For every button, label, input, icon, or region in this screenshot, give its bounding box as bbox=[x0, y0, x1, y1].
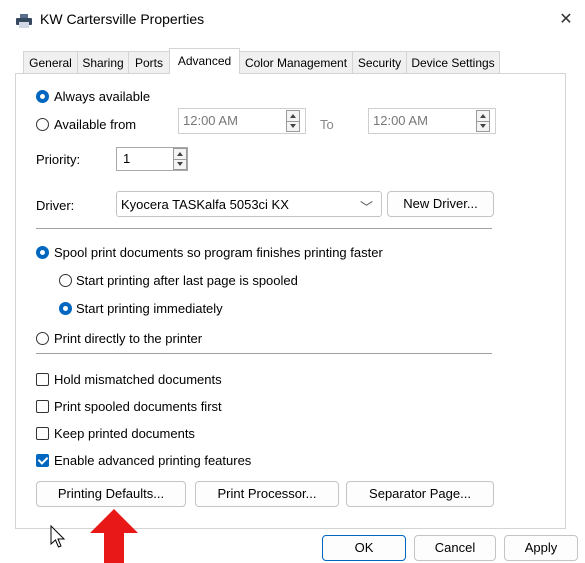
to-time-value: 12:00 AM bbox=[373, 113, 428, 128]
start-immediately-label: Start printing immediately bbox=[76, 301, 223, 316]
keep-printed-checkbox[interactable] bbox=[36, 427, 49, 440]
enable-advanced-features-label: Enable advanced printing features bbox=[54, 453, 252, 468]
ok-button[interactable]: OK bbox=[322, 535, 406, 561]
spin-up-icon[interactable] bbox=[174, 149, 186, 159]
title-bar: KW Cartersville Properties ✕ bbox=[0, 0, 585, 40]
tab-color-management[interactable]: Color Management bbox=[239, 51, 353, 74]
from-time-spinner[interactable] bbox=[286, 110, 300, 132]
print-spooled-first-label: Print spooled documents first bbox=[54, 399, 222, 414]
mouse-cursor-icon bbox=[50, 525, 66, 548]
close-button[interactable]: ✕ bbox=[554, 8, 578, 32]
from-time-value: 12:00 AM bbox=[183, 113, 238, 128]
spool-radio[interactable] bbox=[36, 246, 49, 259]
spin-up-icon[interactable] bbox=[477, 111, 489, 121]
chevron-down-icon: ﹀ bbox=[359, 200, 373, 215]
tab-advanced[interactable]: Advanced bbox=[169, 48, 240, 74]
tab-device-settings[interactable]: Device Settings bbox=[406, 51, 500, 74]
driver-select[interactable]: Kyocera TASKalfa 5053ci KX ﹀ bbox=[116, 191, 382, 217]
separator bbox=[36, 228, 492, 229]
hold-mismatched-label: Hold mismatched documents bbox=[54, 372, 222, 387]
start-after-last-page-label: Start printing after last page is spoole… bbox=[76, 273, 298, 288]
to-label: To bbox=[320, 117, 334, 132]
priority-label: Priority: bbox=[36, 152, 81, 167]
driver-value: Kyocera TASKalfa 5053ci KX bbox=[121, 197, 289, 212]
priority-value: 1 bbox=[123, 151, 131, 166]
print-direct-label: Print directly to the printer bbox=[54, 331, 203, 346]
cancel-button[interactable]: Cancel bbox=[414, 535, 496, 561]
tab-general[interactable]: General bbox=[23, 51, 78, 74]
tab-ports[interactable]: Ports bbox=[128, 51, 170, 74]
spin-down-icon[interactable] bbox=[287, 121, 299, 131]
spool-label: Spool print documents so program finishe… bbox=[54, 245, 383, 260]
available-from-radio[interactable] bbox=[36, 118, 49, 131]
always-available-radio[interactable] bbox=[36, 90, 49, 103]
driver-label: Driver: bbox=[36, 198, 75, 213]
printer-icon bbox=[16, 14, 32, 28]
tab-security[interactable]: Security bbox=[352, 51, 407, 74]
enable-advanced-features-checkbox[interactable] bbox=[36, 454, 49, 467]
always-available-label: Always available bbox=[54, 89, 151, 104]
to-time-spinner[interactable] bbox=[476, 110, 490, 132]
red-arrow-icon bbox=[90, 509, 138, 563]
tab-sharing[interactable]: Sharing bbox=[77, 51, 129, 74]
keep-printed-label: Keep printed documents bbox=[54, 426, 195, 441]
separator bbox=[36, 353, 492, 354]
hold-mismatched-checkbox[interactable] bbox=[36, 373, 49, 386]
print-processor-button[interactable]: Print Processor... bbox=[195, 481, 339, 507]
print-spooled-first-checkbox[interactable] bbox=[36, 400, 49, 413]
apply-button[interactable]: Apply bbox=[504, 535, 578, 561]
print-direct-radio[interactable] bbox=[36, 332, 49, 345]
window-title: KW Cartersville Properties bbox=[40, 11, 205, 27]
available-from-label: Available from bbox=[54, 117, 137, 132]
priority-spinner[interactable] bbox=[173, 148, 187, 170]
separator-page-button[interactable]: Separator Page... bbox=[346, 481, 494, 507]
start-after-last-page-radio[interactable] bbox=[59, 274, 72, 287]
spin-up-icon[interactable] bbox=[287, 111, 299, 121]
spin-down-icon[interactable] bbox=[174, 159, 186, 169]
spin-down-icon[interactable] bbox=[477, 121, 489, 131]
new-driver-button[interactable]: New Driver... bbox=[387, 191, 494, 217]
printing-defaults-button[interactable]: Printing Defaults... bbox=[36, 481, 186, 507]
start-immediately-radio[interactable] bbox=[59, 302, 72, 315]
